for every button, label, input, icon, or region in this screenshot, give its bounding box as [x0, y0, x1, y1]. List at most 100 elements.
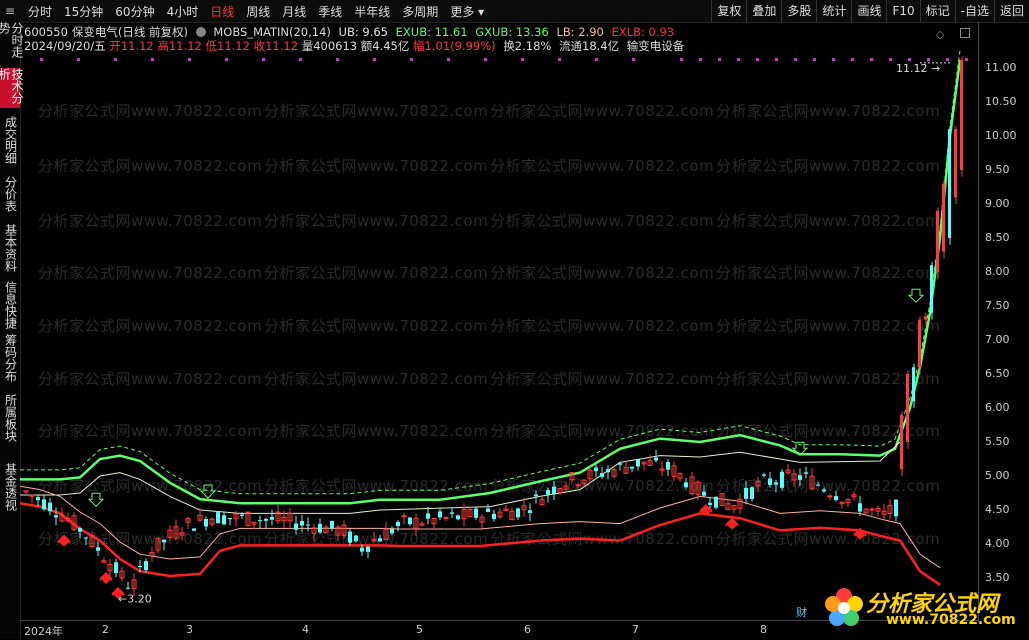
- dot-marker: [484, 58, 487, 61]
- candle-body: [827, 495, 833, 498]
- dot-marker: [77, 58, 80, 61]
- period-tab[interactable]: 日线: [204, 3, 240, 20]
- sidebar-tab[interactable]: 筹码分布: [0, 332, 20, 384]
- sidebar-tab[interactable]: 信息快捷: [0, 280, 20, 330]
- dot-marker: [336, 58, 339, 61]
- candle-body: [600, 473, 604, 477]
- period-tab[interactable]: 多周期: [396, 3, 444, 20]
- candle-body: [222, 515, 226, 525]
- date-tick: 8: [760, 623, 767, 636]
- candle-body: [294, 523, 298, 530]
- candle-body: [744, 487, 748, 499]
- kline-chart[interactable]: 11.12 → ←3.20: [20, 22, 978, 620]
- low-price-label: ←3.20: [118, 592, 152, 605]
- dot-marker: [151, 58, 154, 61]
- tool-button[interactable]: 多股: [781, 0, 816, 22]
- tool-button[interactable]: F10: [886, 0, 919, 22]
- candle-body: [924, 316, 927, 320]
- period-tab[interactable]: 季线: [312, 3, 348, 20]
- candle-body: [816, 484, 820, 486]
- price-tick: 3.50: [985, 571, 1010, 584]
- dot-marker: [225, 58, 228, 61]
- period-tab[interactable]: 4小时: [161, 3, 205, 20]
- finance-badge[interactable]: 财: [796, 604, 807, 620]
- dot-marker: [188, 58, 191, 61]
- candle-body: [456, 515, 460, 520]
- price-tick: 9.00: [985, 197, 1010, 210]
- dot-marker: [927, 58, 930, 61]
- candle-body: [348, 531, 352, 543]
- period-tab[interactable]: 分时: [22, 3, 58, 20]
- candle-body: [858, 503, 862, 512]
- candle-body: [84, 537, 88, 539]
- candle-body: [390, 528, 394, 534]
- candle-body: [552, 486, 556, 495]
- candle-body: [330, 520, 334, 529]
- candle-body: [48, 502, 52, 512]
- tool-button[interactable]: 统计: [816, 0, 851, 22]
- tool-button[interactable]: 画线: [851, 0, 886, 22]
- price-tick: 5.00: [985, 469, 1010, 482]
- mid-line: [20, 441, 901, 514]
- price-tick: 5.50: [985, 435, 1010, 448]
- candle-body: [606, 469, 610, 473]
- exub-line: [20, 50, 961, 495]
- candle-body: [960, 59, 963, 171]
- period-tab[interactable]: 60分钟: [109, 3, 160, 20]
- candle-body: [192, 528, 196, 531]
- period-toolbar: ≡ 分时 15分钟 60分钟 4小时 日线 周线 月线 季线 半年线 多周期 更多 ▾ 复权 叠加 多股…: [0, 0, 1029, 23]
- period-tab[interactable]: 15分钟: [58, 3, 109, 20]
- candle-body: [443, 516, 449, 519]
- period-tab[interactable]: 周线: [240, 3, 276, 20]
- menu-icon[interactable]: ≡: [0, 0, 20, 22]
- dot-marker: [699, 58, 702, 61]
- dot-marker: [851, 58, 854, 61]
- price-tick: 4.50: [985, 503, 1010, 516]
- candle-body: [834, 496, 838, 501]
- period-tab[interactable]: 半年线: [348, 3, 396, 20]
- price-tick: 9.50: [985, 163, 1010, 176]
- candle-body: [360, 547, 364, 552]
- candle-body: [378, 538, 382, 542]
- sidebar-tab[interactable]: 基本资料: [0, 218, 20, 278]
- dot-marker: [775, 58, 778, 61]
- tool-button[interactable]: -自选: [954, 0, 994, 22]
- candle-body: [714, 496, 718, 508]
- dot-marker: [870, 58, 873, 61]
- date-tick: 3: [186, 623, 193, 636]
- flower-icon: [825, 588, 863, 626]
- tool-button[interactable]: 叠加: [746, 0, 781, 22]
- sidebar-tab[interactable]: 基金透视: [0, 452, 20, 522]
- candle-body: [36, 497, 40, 501]
- candle-body: [474, 508, 478, 518]
- sidebar-tab[interactable]: 分时走势: [0, 22, 24, 66]
- sidebar-tab[interactable]: 分价表: [0, 172, 20, 216]
- candle-body: [762, 474, 766, 476]
- dot-marker: [756, 58, 759, 61]
- sidebar-tab[interactable]: 成交明细: [0, 110, 20, 170]
- tool-button[interactable]: 复权: [711, 0, 746, 22]
- price-tick: 10.50: [985, 95, 1017, 108]
- price-tick: 6.00: [985, 401, 1010, 414]
- date-tick: 6: [524, 623, 531, 636]
- price-tick: 6.50: [985, 367, 1010, 380]
- candle-body: [630, 466, 634, 469]
- period-tab[interactable]: 月线: [276, 3, 312, 20]
- sidebar-tab[interactable]: 技术分析: [0, 68, 24, 108]
- candle-body: [942, 183, 945, 252]
- sidebar-tab[interactable]: 所属板块: [0, 386, 20, 450]
- tool-button[interactable]: 标记: [919, 0, 955, 22]
- tool-button[interactable]: 返回: [993, 0, 1029, 22]
- candle-body: [798, 475, 802, 480]
- candle-body: [708, 502, 712, 505]
- dot-marker: [794, 58, 797, 61]
- period-tab[interactable]: 更多 ▾: [444, 3, 490, 20]
- candle-body: [306, 524, 310, 526]
- candle-body: [366, 546, 370, 552]
- candle-body: [114, 562, 118, 574]
- candle-body: [516, 508, 520, 518]
- date-tick: 7: [632, 623, 639, 636]
- site-logo: 分析家公式网 www.70822.com: [822, 584, 1022, 634]
- dot-marker: [832, 58, 835, 61]
- candle-body: [426, 513, 430, 519]
